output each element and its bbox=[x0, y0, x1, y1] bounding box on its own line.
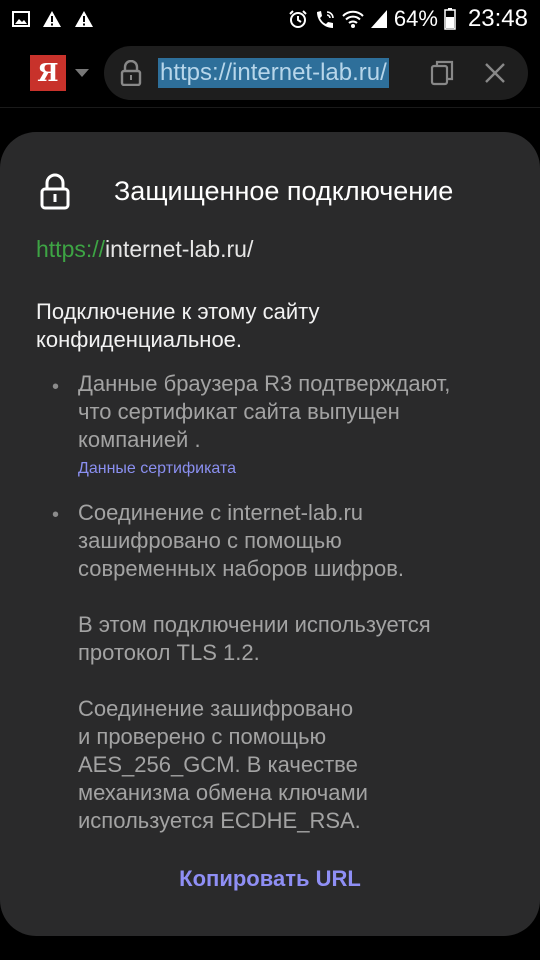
wifi-call-icon bbox=[314, 9, 336, 29]
bottom-strip bbox=[0, 936, 540, 960]
alarm-icon bbox=[288, 9, 308, 29]
detail-line: используется ECDHE_RSA. bbox=[78, 808, 361, 833]
detail-line: механизма обмена ключами bbox=[78, 780, 368, 805]
copy-url-button[interactable]: Копировать URL bbox=[0, 866, 540, 892]
lock-icon[interactable] bbox=[120, 60, 142, 86]
status-left bbox=[12, 10, 94, 28]
summary-line: конфиденциальное. bbox=[36, 327, 243, 352]
address-bar[interactable]: https://internet-lab.ru/ bbox=[104, 46, 528, 100]
address-url[interactable]: https://internet-lab.ru/ bbox=[158, 58, 389, 88]
tls-info: В этом подключении используется протокол… bbox=[78, 611, 518, 667]
tabs-icon[interactable] bbox=[430, 60, 454, 86]
browser-toolbar: Я https://internet-lab.ru/ bbox=[0, 38, 540, 108]
summary-line: Подключение к этому сайту bbox=[36, 299, 320, 324]
chevron-down-icon[interactable] bbox=[74, 68, 90, 78]
site-url: https://internet-lab.ru/ bbox=[36, 236, 253, 263]
encryption-info: Соединение с internet-lab.ru зашифровано… bbox=[78, 499, 518, 583]
status-bar: 64% 23:48 bbox=[0, 0, 540, 38]
detail-line: AES_256_GCM. В качестве bbox=[78, 752, 358, 777]
detail-line: компанией . bbox=[78, 427, 201, 452]
image-icon bbox=[12, 11, 30, 27]
url-host: internet-lab.ru/ bbox=[105, 236, 254, 262]
sheet-header: Защищенное подключение bbox=[38, 172, 453, 210]
signal-icon bbox=[370, 9, 388, 29]
warning-icon bbox=[42, 10, 62, 28]
address-actions bbox=[430, 60, 506, 86]
warning-icon bbox=[74, 10, 94, 28]
close-icon[interactable] bbox=[484, 62, 506, 84]
detail-line: современных наборов шифров. bbox=[78, 556, 405, 581]
certificate-info: Данные браузера R3 подтверждают, что сер… bbox=[78, 370, 518, 454]
yandex-logo[interactable]: Я bbox=[30, 54, 66, 91]
wifi-icon bbox=[342, 9, 364, 29]
battery-icon bbox=[444, 8, 456, 30]
detail-line: Данные браузера R3 подтверждают, bbox=[78, 371, 451, 396]
certificate-details-link[interactable]: Данные сертификата bbox=[78, 460, 236, 478]
battery-percent: 64% bbox=[393, 6, 438, 31]
bullet-icon: • bbox=[52, 504, 60, 526]
bullet-icon: • bbox=[52, 376, 60, 398]
security-info-sheet: Защищенное подключение https://internet-… bbox=[0, 132, 540, 936]
detail-line: что сертификат сайта выпущен bbox=[78, 399, 400, 424]
detail-line: протокол TLS 1.2. bbox=[78, 640, 260, 665]
clock: 23:48 bbox=[467, 5, 528, 32]
detail-line: и проверено с помощью bbox=[78, 724, 327, 749]
url-scheme: https:// bbox=[36, 236, 106, 262]
sheet-title: Защищенное подключение bbox=[114, 175, 454, 206]
detail-line: Соединение зашифровано bbox=[78, 696, 354, 721]
detail-line: зашифровано с помощью bbox=[78, 528, 342, 553]
connection-summary: Подключение к этому сайту конфиденциальн… bbox=[36, 298, 476, 354]
status-right: 64% 23:48 bbox=[288, 5, 528, 33]
cipher-info: Соединение зашифровано и проверено с пом… bbox=[78, 695, 518, 835]
detail-line: В этом подключении используется bbox=[78, 612, 431, 637]
lock-icon bbox=[38, 172, 72, 210]
detail-line: Соединение с internet-lab.ru bbox=[78, 500, 364, 525]
